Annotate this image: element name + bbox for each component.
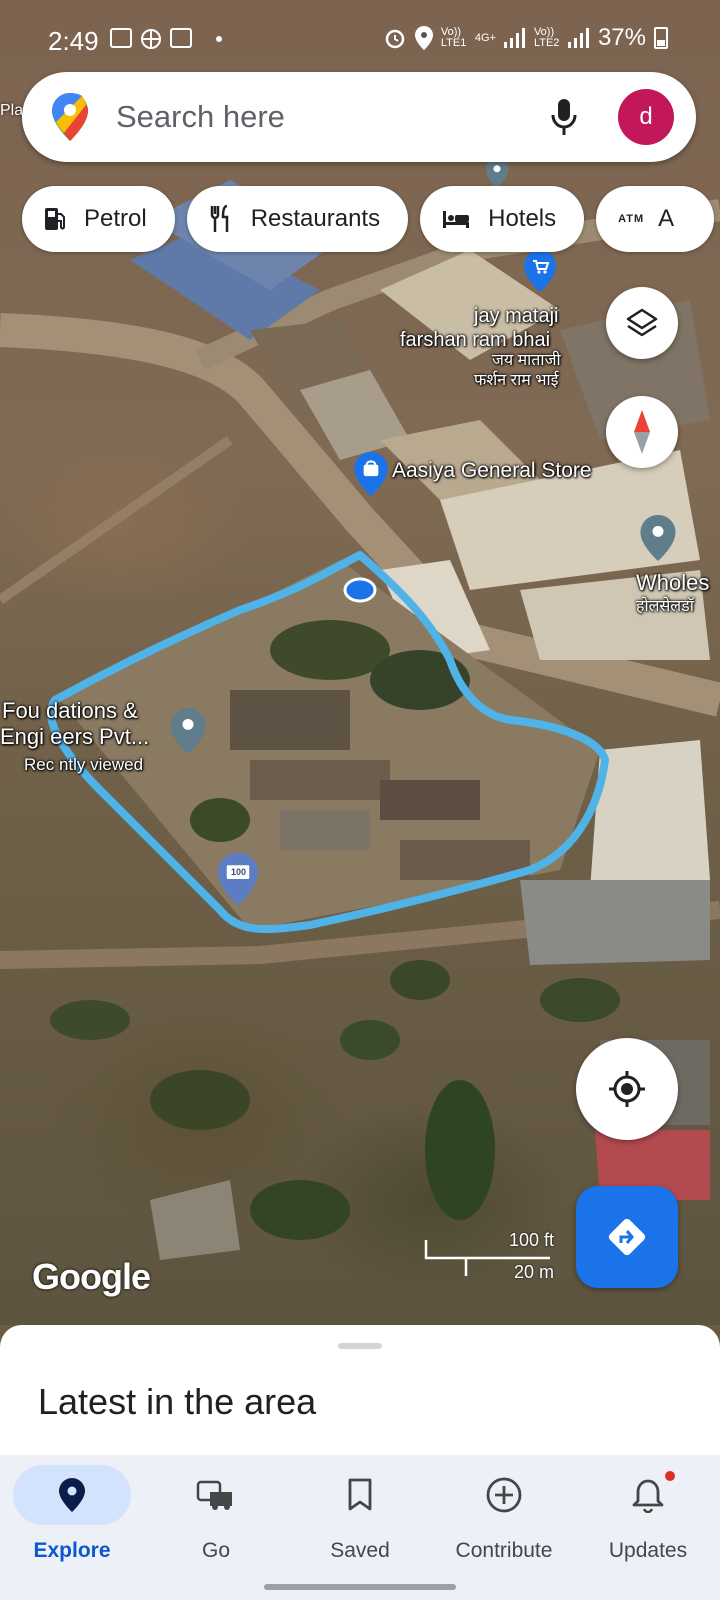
chip-restaurants[interactable]: Restaurants <box>186 186 409 252</box>
search-input[interactable]: Search here <box>116 99 550 135</box>
store-label[interactable]: Aasiya General Store <box>392 460 592 482</box>
chip-petrol[interactable]: Petrol <box>22 186 175 252</box>
petrol-pump-icon <box>45 208 65 230</box>
alarm-icon <box>385 29 405 49</box>
status-bar: 2:49 Vo)) LTE1 4G+ Vo)) LTE2 37% <box>0 0 720 70</box>
shop-label-hindi2[interactable]: फर्शन राम भाई <box>474 372 559 390</box>
wholesale-label[interactable]: Wholes <box>636 572 709 594</box>
battery-icon <box>654 27 668 49</box>
chip-atm[interactable]: ATM A <box>596 186 715 252</box>
map-scale: 100 ft 20 m <box>424 1230 554 1282</box>
cut-off-map-label: Pla <box>0 102 24 119</box>
google-maps-pin-icon <box>52 93 88 141</box>
my-location-icon <box>609 1071 645 1107</box>
atm-badge-label: 100 <box>231 867 247 877</box>
shop-label-hindi1[interactable]: जय माताजी <box>492 352 561 370</box>
directions-icon <box>608 1218 646 1256</box>
my-location-button[interactable] <box>576 1038 678 1140</box>
nav-label: Updates <box>608 1539 688 1562</box>
layers-button[interactable] <box>606 287 678 359</box>
nav-label: Contribute <box>455 1539 553 1562</box>
nav-label: Saved <box>330 1539 390 1562</box>
compass-icon <box>634 410 650 454</box>
nav-updates[interactable]: Updates <box>576 1465 720 1575</box>
chip-label: A <box>658 205 675 232</box>
signal-icon-2 <box>567 28 589 48</box>
place-pin-icon[interactable] <box>640 515 676 561</box>
atm-pin-icon <box>218 852 258 906</box>
search-bar[interactable]: Search here d <box>22 72 696 162</box>
chip-label: Petrol <box>84 205 147 232</box>
game-icon <box>141 29 161 49</box>
battery-percent: 37% <box>597 24 646 51</box>
nav-go[interactable]: Go <box>144 1465 288 1575</box>
nav-label: Explore <box>33 1539 111 1562</box>
shop-label-line2[interactable]: farshan ram bhai <box>400 329 550 351</box>
car-icon <box>196 1480 232 1510</box>
sheet-title: Latest in the area <box>38 1381 317 1422</box>
sheet-drag-handle[interactable] <box>338 1343 382 1349</box>
bottom-sheet[interactable]: Latest in the area <box>0 1325 720 1455</box>
map-pin-icon[interactable] <box>482 158 512 188</box>
company-label-line1[interactable]: Fou dations & <box>2 700 138 722</box>
google-logo: Google <box>32 1256 151 1297</box>
company-pin-icon[interactable] <box>170 708 206 754</box>
network-4g: 4G+ <box>474 31 496 44</box>
notification-dot <box>665 1471 675 1481</box>
microphone-icon[interactable] <box>550 97 578 137</box>
chip-label: Hotels <box>488 205 557 232</box>
nav-label: Go <box>201 1539 230 1562</box>
recently-viewed-label: Rec ntly viewed <box>24 755 144 774</box>
scale-meters: 20 m <box>513 1262 554 1282</box>
wholesale-label-hindi[interactable]: होलसेलडॉ <box>636 598 694 616</box>
gesture-home-bar[interactable] <box>264 1584 456 1590</box>
nav-explore-highlight <box>13 1465 131 1525</box>
shop-label-line1[interactable]: jay mataji <box>474 305 558 327</box>
shopping-bag-pin-icon[interactable] <box>354 452 388 496</box>
bottom-navigation: Explore Go Saved Contribute Updates <box>0 1455 720 1600</box>
chip-label: Restaurants <box>250 205 381 232</box>
account-avatar[interactable]: d <box>618 89 674 145</box>
nav-explore[interactable]: Explore <box>0 1465 144 1575</box>
company-label-line2[interactable]: Engi eers Pvt... <box>0 726 149 748</box>
compass-button[interactable] <box>606 396 678 468</box>
fork-knife-icon <box>210 205 228 232</box>
shopping-cart-pin-icon[interactable] <box>524 250 556 292</box>
signal-icon <box>503 28 525 48</box>
status-time: 2:49 <box>48 26 99 56</box>
network-lte2: Vo)) LTE2 <box>533 26 560 49</box>
bed-icon <box>443 211 470 228</box>
atm-pin[interactable]: 100 <box>218 852 258 906</box>
category-chips: Petrol Restaurants Hotels ATM A <box>22 186 715 252</box>
nav-saved[interactable]: Saved <box>288 1465 432 1575</box>
layers-icon <box>626 308 658 337</box>
directions-button[interactable] <box>576 1186 678 1288</box>
bookmark-icon <box>348 1478 372 1511</box>
location-icon <box>414 26 433 50</box>
plus-circle-icon <box>486 1477 522 1513</box>
atm-icon: ATM <box>618 213 645 225</box>
notification-dot-icon <box>216 36 222 42</box>
chip-hotels[interactable]: Hotels <box>420 186 585 252</box>
scale-feet: 100 ft <box>508 1230 554 1250</box>
current-location-dot <box>343 577 377 603</box>
network-lte1: Vo)) LTE1 <box>440 26 467 49</box>
gallery-icon <box>110 28 132 48</box>
pin-icon <box>59 1478 85 1512</box>
bell-icon <box>632 1479 664 1513</box>
nav-contribute[interactable]: Contribute <box>432 1465 576 1575</box>
screen-icon <box>170 28 192 48</box>
